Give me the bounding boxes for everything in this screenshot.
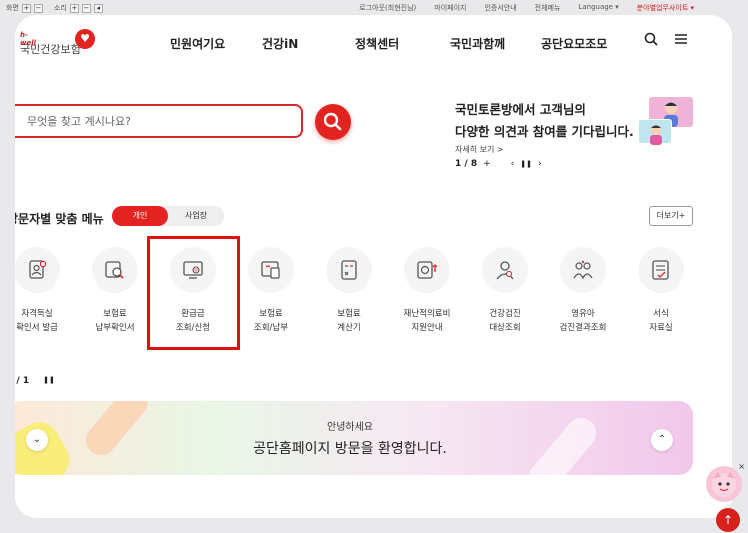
- accessibility-controls: 화면 + − 소리 + − ◂: [6, 3, 103, 13]
- logout-link[interactable]: 로그아웃(최현진님): [359, 3, 416, 13]
- section-title: 방문자별 맞춤 메뉴: [15, 212, 104, 226]
- forum-page-indicator: 1 / 8: [455, 159, 478, 169]
- language-select[interactable]: Language ▾: [578, 3, 618, 13]
- volume-up-button[interactable]: +: [69, 3, 79, 13]
- chatbot-icon: [712, 472, 736, 497]
- forum-line1: 국민토론방에서 고객님의: [455, 102, 586, 117]
- quick-menu-item[interactable]: 영유아검진결과조회: [553, 247, 613, 335]
- menu-pause-button[interactable]: ❚❚: [43, 376, 55, 386]
- quick-menu-label: 검진결과조회: [559, 323, 607, 333]
- calculator-icon: [326, 247, 372, 293]
- main-card: h-well 국민건강보험 ♥ 민원여기요 건강iN 정책센터 국민과함께 공단…: [15, 15, 732, 518]
- chatbot-button[interactable]: ×: [706, 462, 745, 502]
- forum-prev-button[interactable]: ‹: [511, 159, 515, 169]
- forum-add-button[interactable]: +: [483, 159, 491, 169]
- medical-aid-icon: [404, 247, 450, 293]
- more-menu-button[interactable]: 더보기+: [649, 206, 693, 226]
- quick-menu-item[interactable]: 재난적의료비지원안내: [397, 247, 457, 335]
- quick-menu-label: 대상조회: [489, 323, 521, 333]
- certificate-link[interactable]: 인증서안내: [484, 3, 516, 13]
- sound-label: 소리: [53, 4, 67, 12]
- forum-pause-button[interactable]: ❚❚: [520, 160, 532, 168]
- bill-icon: [248, 247, 294, 293]
- quick-menu-item[interactable]: 자격득실확인서 발급: [15, 247, 67, 335]
- quick-menu-label: 서식: [653, 309, 669, 319]
- nav-item-policy[interactable]: 정책센터: [355, 35, 399, 52]
- quick-menu-label: 재난적의료비: [403, 309, 451, 319]
- quick-menu-label: 납부확인서: [95, 323, 135, 333]
- zoom-label: 화면: [6, 4, 19, 12]
- quick-menu-label: 계산기: [337, 323, 361, 333]
- quick-menu-item[interactable]: 건강검진대상조회: [475, 247, 535, 335]
- tab-business[interactable]: 사업장: [168, 206, 224, 226]
- forum-promo: 국민토론방에서 고객님의 다양한 의견과 참여를 기다립니다. 자세히 보기 >…: [455, 99, 634, 169]
- quick-menu-item[interactable]: 보험료납부확인서: [85, 247, 145, 335]
- document-icon: [638, 247, 684, 293]
- quick-menu-label: 보험료: [103, 309, 127, 319]
- selection-highlight: [147, 236, 240, 350]
- menu-icon[interactable]: [673, 32, 689, 48]
- receipt-search-icon: [92, 247, 138, 293]
- nav-item-about[interactable]: 공단요모조모: [541, 35, 607, 52]
- mypage-link[interactable]: 마이페이지: [434, 3, 466, 13]
- certificate-icon: [15, 247, 60, 293]
- nav-item-health[interactable]: 건강iN: [262, 35, 298, 52]
- quick-menu-label: 확인서 발급: [16, 323, 58, 333]
- logo-name: 국민건강보험: [20, 43, 81, 56]
- full-menu-link[interactable]: 전체메뉴: [535, 3, 561, 13]
- speaker-icon[interactable]: ◂: [93, 3, 103, 13]
- business-sites-select[interactable]: 분야별업무사이트 ▾: [637, 3, 694, 13]
- person-search-icon: [482, 247, 528, 293]
- visitor-toggle: 개인 사업장: [112, 206, 224, 226]
- quick-menu-item[interactable]: 보험료조회/납부: [241, 247, 301, 335]
- menu-page-indicator: 1 / 1: [15, 376, 30, 386]
- nav-item-together[interactable]: 국민과함께: [450, 35, 505, 52]
- utility-bar: 화면 + − 소리 + − ◂ 로그아웃(최현진님) 마이페이지 인증서안내 전…: [0, 0, 748, 15]
- scroll-top-button[interactable]: ↑: [716, 508, 740, 532]
- close-icon[interactable]: ×: [738, 462, 745, 471]
- quick-menu-label: 자료실: [649, 323, 673, 333]
- utility-links: 로그아웃(최현진님) 마이페이지 인증서안내 전체메뉴 Language ▾ 분…: [359, 3, 694, 13]
- banner-welcome: 공단홈페이지 방문을 환영합니다.: [253, 441, 447, 457]
- quick-menu-label: 보험료: [259, 309, 283, 319]
- chevron-up-icon[interactable]: ⌃: [651, 429, 673, 451]
- forum-line2: 다양한 의견과 참여를 기다립니다.: [455, 124, 634, 139]
- zoom-out-button[interactable]: −: [33, 3, 43, 13]
- quick-menu-item[interactable]: 보험료계산기: [319, 247, 379, 335]
- quick-menu-label: 조회/납부: [253, 323, 289, 333]
- family-icon: [560, 247, 606, 293]
- forum-illustration-man: [638, 119, 672, 145]
- forum-more-link[interactable]: 자세히 보기 >: [455, 144, 504, 155]
- tab-personal[interactable]: 개인: [112, 206, 168, 226]
- quick-menu-label: 건강검진: [489, 309, 521, 319]
- quick-menu-label: 영유아: [571, 309, 595, 319]
- welcome-banner: 안녕하세요 공단홈페이지 방문을 환영합니다. ⌄ ⌃: [15, 401, 693, 475]
- quick-menu-label: 보험료: [337, 309, 361, 319]
- banner-greeting: 안녕하세요: [327, 422, 373, 433]
- zoom-in-button[interactable]: +: [21, 3, 31, 13]
- quick-menu-item[interactable]: 서식자료실: [631, 247, 691, 335]
- volume-down-button[interactable]: −: [81, 3, 91, 13]
- quick-menu-label: 자격득실: [21, 309, 53, 319]
- forum-pager: 1 / 8 + ‹ ❚❚ ›: [455, 159, 542, 169]
- menu-pager: 1 / 1 ❚❚: [15, 376, 55, 386]
- search-icon[interactable]: [643, 32, 659, 48]
- chevron-down-icon[interactable]: ⌄: [26, 429, 48, 451]
- heart-icon: ♥: [75, 29, 95, 49]
- search-button[interactable]: [315, 104, 351, 140]
- forum-next-button[interactable]: ›: [538, 159, 542, 169]
- search-icon: [323, 112, 342, 131]
- search-input[interactable]: 무엇을 찾고 계시나요?: [15, 104, 303, 138]
- nav-item-civil[interactable]: 민원여기요: [170, 35, 225, 52]
- quick-menu-label: 지원안내: [411, 323, 443, 333]
